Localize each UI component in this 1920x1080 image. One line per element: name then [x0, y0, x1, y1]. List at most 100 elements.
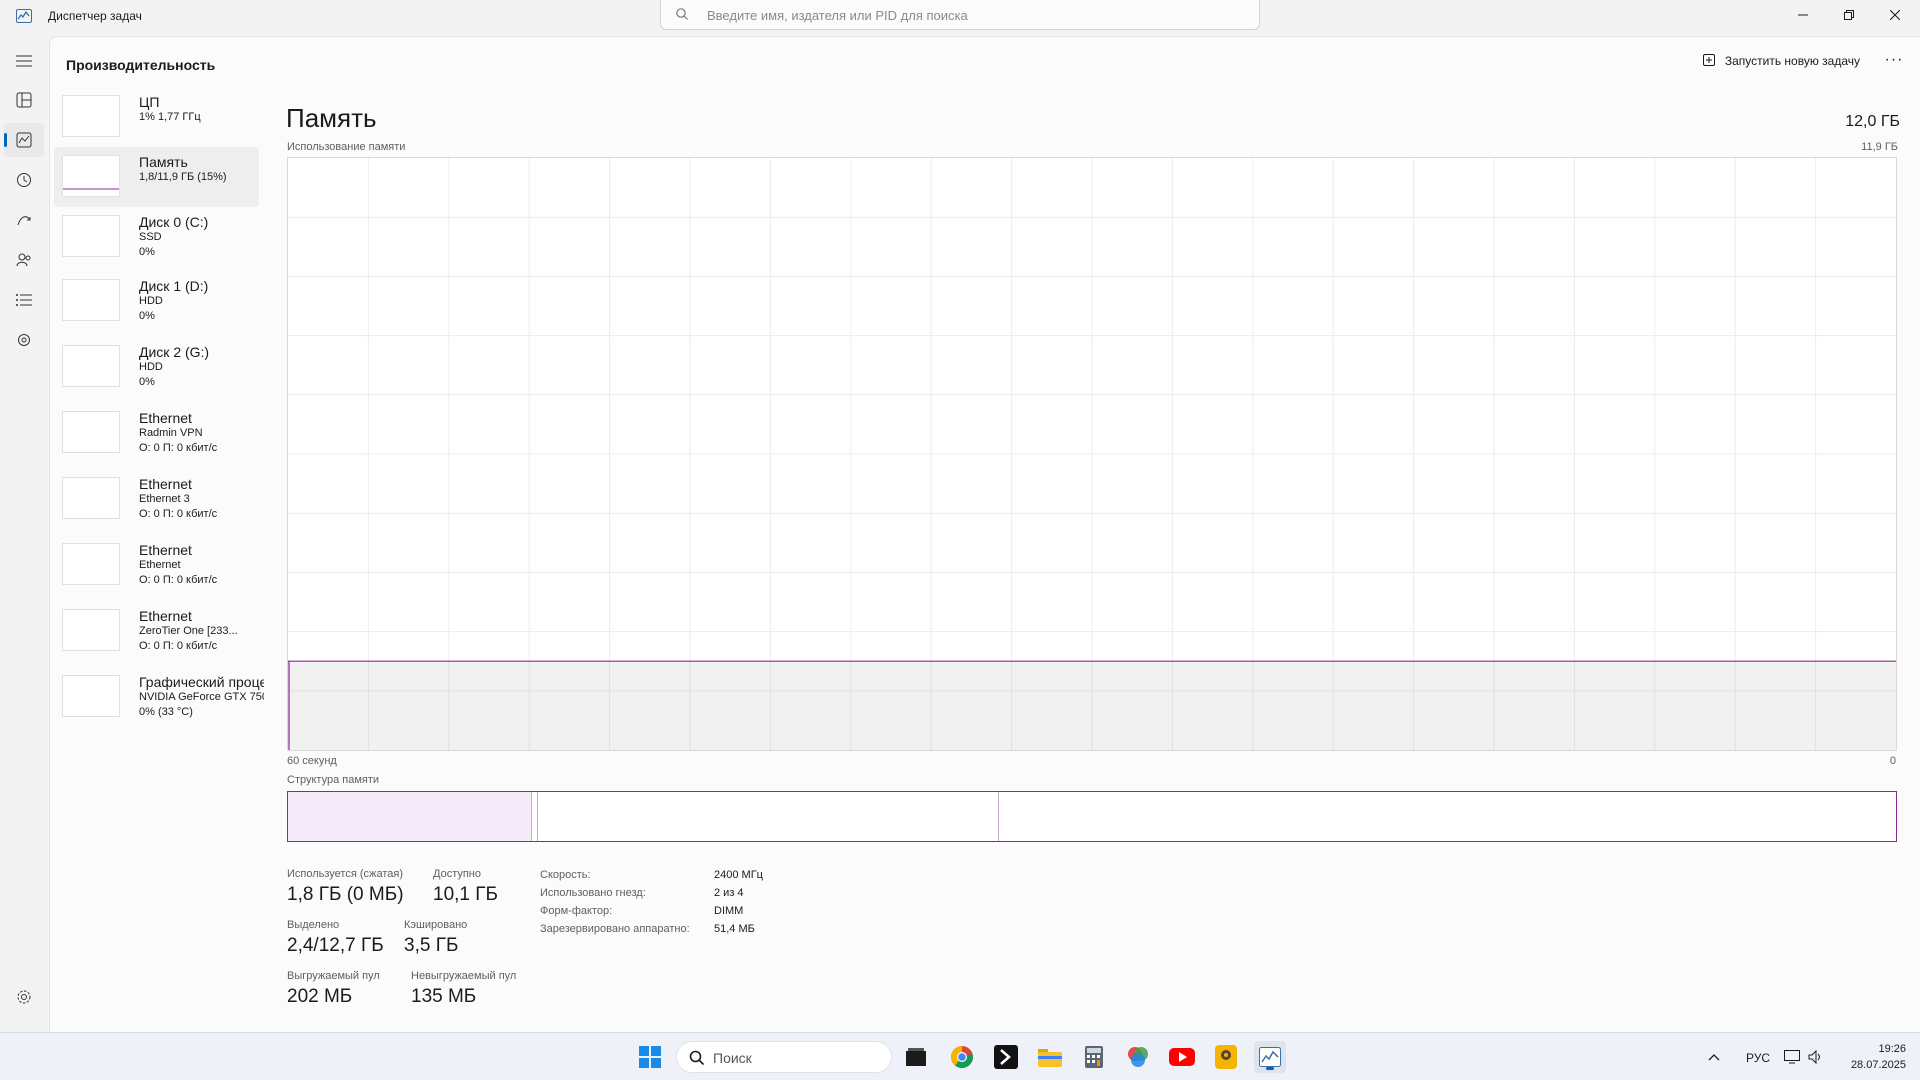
stat-value: 1,8 ГБ (0 МБ)	[287, 884, 404, 905]
resource-detail: Ethernet 3	[139, 493, 190, 505]
memory-title: Память	[286, 103, 377, 133]
resource-name: Ethernet	[139, 410, 192, 426]
stat-value: 3,5 ГБ	[404, 935, 459, 956]
stat-cached: Кэшировано 3,5 ГБ	[404, 919, 467, 957]
graph-time-axis-start: 60 секунд	[287, 755, 337, 767]
resource-detail: 1% 1,77 ГГц	[139, 111, 201, 123]
task-manager-app-icon	[16, 9, 32, 23]
resource-name: Диск 1 (D:)	[139, 278, 209, 294]
minimize-button[interactable]	[1780, 0, 1826, 30]
resource-item-ethernet[interactable]: Ethernet Ethernet О: 0 П: 0 кбит/с	[54, 531, 259, 597]
map-pin-icon	[1215, 1045, 1237, 1069]
history-icon	[17, 173, 31, 187]
search-box[interactable]	[660, 0, 1260, 30]
usage-graph-max: 11,9 ГБ	[1861, 141, 1898, 153]
resource-name: Диск 0 (C:)	[139, 214, 209, 230]
network-icon	[1784, 1050, 1800, 1064]
nav-settings[interactable]	[4, 980, 44, 1014]
memory-usage-graph-svg	[288, 158, 1896, 750]
taskbar-terminal-app[interactable]	[990, 1041, 1022, 1073]
show-hidden-icons-button[interactable]	[1702, 1041, 1726, 1073]
resource-item-memory[interactable]: Память 1,8/11,9 ГБ (15%)	[54, 147, 259, 207]
run-new-task-label: Запустить новую задачу	[1724, 54, 1860, 68]
resource-item-ethernet-zerotier[interactable]: Ethernet ZeroTier One [233... О: 0 П: 0 …	[54, 597, 259, 663]
nav-details[interactable]	[4, 283, 44, 317]
nav-startup-apps[interactable]	[4, 203, 44, 237]
resource-name: Ethernet	[139, 476, 192, 492]
detail-speed-label: Скорость:	[540, 869, 591, 881]
close-icon	[1890, 10, 1900, 20]
services-icon	[18, 334, 30, 346]
taskbar-map-app[interactable]	[1210, 1041, 1242, 1073]
app-title: Диспетчер задач	[48, 9, 142, 23]
resource-item-disk1[interactable]: Диск 1 (D:) HDD 0%	[54, 267, 259, 333]
page-title: Производительность	[66, 57, 216, 73]
detail-form-factor-value: DIMM	[714, 905, 744, 917]
language-indicator[interactable]: РУС	[1746, 1051, 1770, 1065]
run-new-task-button[interactable]: Запустить новую задачу	[1702, 54, 1860, 68]
resource-thumbnail	[62, 675, 120, 717]
resource-item-ethernet-3[interactable]: Ethernet Ethernet 3 О: 0 П: 0 кбит/с	[54, 465, 259, 531]
resource-item-disk2[interactable]: Диск 2 (G:) HDD 0%	[54, 333, 259, 399]
nav-users[interactable]	[4, 243, 44, 277]
stat-in-use: Используется (сжатая) 1,8 ГБ (0 МБ)	[287, 868, 404, 906]
resource-item-ethernet-radmin[interactable]: Ethernet Radmin VPN О: 0 П: 0 кбит/с	[54, 399, 259, 465]
taskbar-file-explorer[interactable]	[1034, 1041, 1066, 1073]
taskbar-task-manager[interactable]	[1254, 1041, 1286, 1073]
terminal-app-icon	[994, 1045, 1018, 1069]
hamburger-menu-button[interactable]	[4, 44, 44, 78]
resource-item-disk0[interactable]: Диск 0 (C:) SSD 0%	[54, 207, 259, 267]
start-button[interactable]	[634, 1041, 666, 1073]
usage-graph-label: Использование памяти	[287, 141, 406, 153]
more-options-button[interactable]: ···	[1882, 51, 1906, 75]
resource-detail: ZeroTier One [233...	[139, 625, 238, 637]
resource-name: Ethernet	[139, 542, 192, 558]
search-input[interactable]	[707, 4, 1247, 26]
resource-detail: HDD	[139, 361, 163, 373]
network-tray-button[interactable]	[1780, 1041, 1804, 1073]
resource-usage: 0%	[139, 376, 155, 388]
speaker-icon	[1808, 1050, 1820, 1064]
taskbar-task-view[interactable]	[900, 1041, 932, 1073]
taskbar-search[interactable]	[676, 1041, 892, 1073]
taskbar-calculator[interactable]	[1078, 1041, 1110, 1073]
resource-thumbnail	[62, 477, 120, 519]
resource-detail: Ethernet	[139, 559, 181, 571]
resource-detail: HDD	[139, 295, 163, 307]
nav-processes[interactable]	[4, 83, 44, 117]
taskbar: РУС 19:26 28.07.2025	[0, 1032, 1920, 1080]
nav-performance[interactable]	[4, 123, 44, 157]
resource-thumbnail	[62, 95, 120, 137]
resource-name: Ethernet	[139, 608, 192, 624]
resource-detail: Radmin VPN	[139, 427, 203, 439]
resource-usage: 0% (33 °C)	[139, 706, 193, 718]
resource-detail: SSD	[139, 231, 162, 243]
taskbar-chrome[interactable]	[946, 1041, 978, 1073]
taskbar-search-input[interactable]	[713, 1048, 883, 1068]
active-app-indicator	[1266, 1067, 1274, 1070]
task-view-icon	[906, 1048, 926, 1066]
nav-app-history[interactable]	[4, 163, 44, 197]
memory-usage-graph	[287, 157, 1897, 751]
users-icon	[16, 253, 31, 267]
stat-label: Выделено	[287, 919, 340, 931]
stat-value: 135 МБ	[411, 986, 477, 1007]
resource-usage: О: 0 П: 0 кбит/с	[139, 508, 218, 520]
resource-item-cpu[interactable]: ЦП 1% 1,77 ГГц	[54, 87, 259, 147]
taskbar-youtube[interactable]	[1166, 1041, 1198, 1073]
stat-value: 2,4/12,7 ГБ	[287, 935, 384, 956]
stat-label: Кэшировано	[404, 919, 468, 931]
restore-button[interactable]	[1826, 0, 1872, 30]
stat-paged-pool: Выгружаемый пул 202 МБ	[287, 970, 380, 1008]
resource-thumbnail	[62, 155, 120, 197]
system-clock[interactable]: 19:26 28.07.2025	[1851, 1041, 1906, 1073]
clock-date: 28.07.2025	[1850, 1059, 1906, 1071]
resource-thumbnail	[62, 345, 120, 387]
startup-icon	[17, 216, 31, 226]
nav-services[interactable]	[4, 323, 44, 357]
close-button[interactable]	[1872, 0, 1918, 30]
resource-item-gpu[interactable]: Графический процессор 0 NVIDIA GeForce G…	[54, 663, 264, 729]
resource-thumbnail	[62, 279, 120, 321]
volume-tray-button[interactable]	[1804, 1041, 1828, 1073]
taskbar-color-app[interactable]	[1122, 1041, 1154, 1073]
